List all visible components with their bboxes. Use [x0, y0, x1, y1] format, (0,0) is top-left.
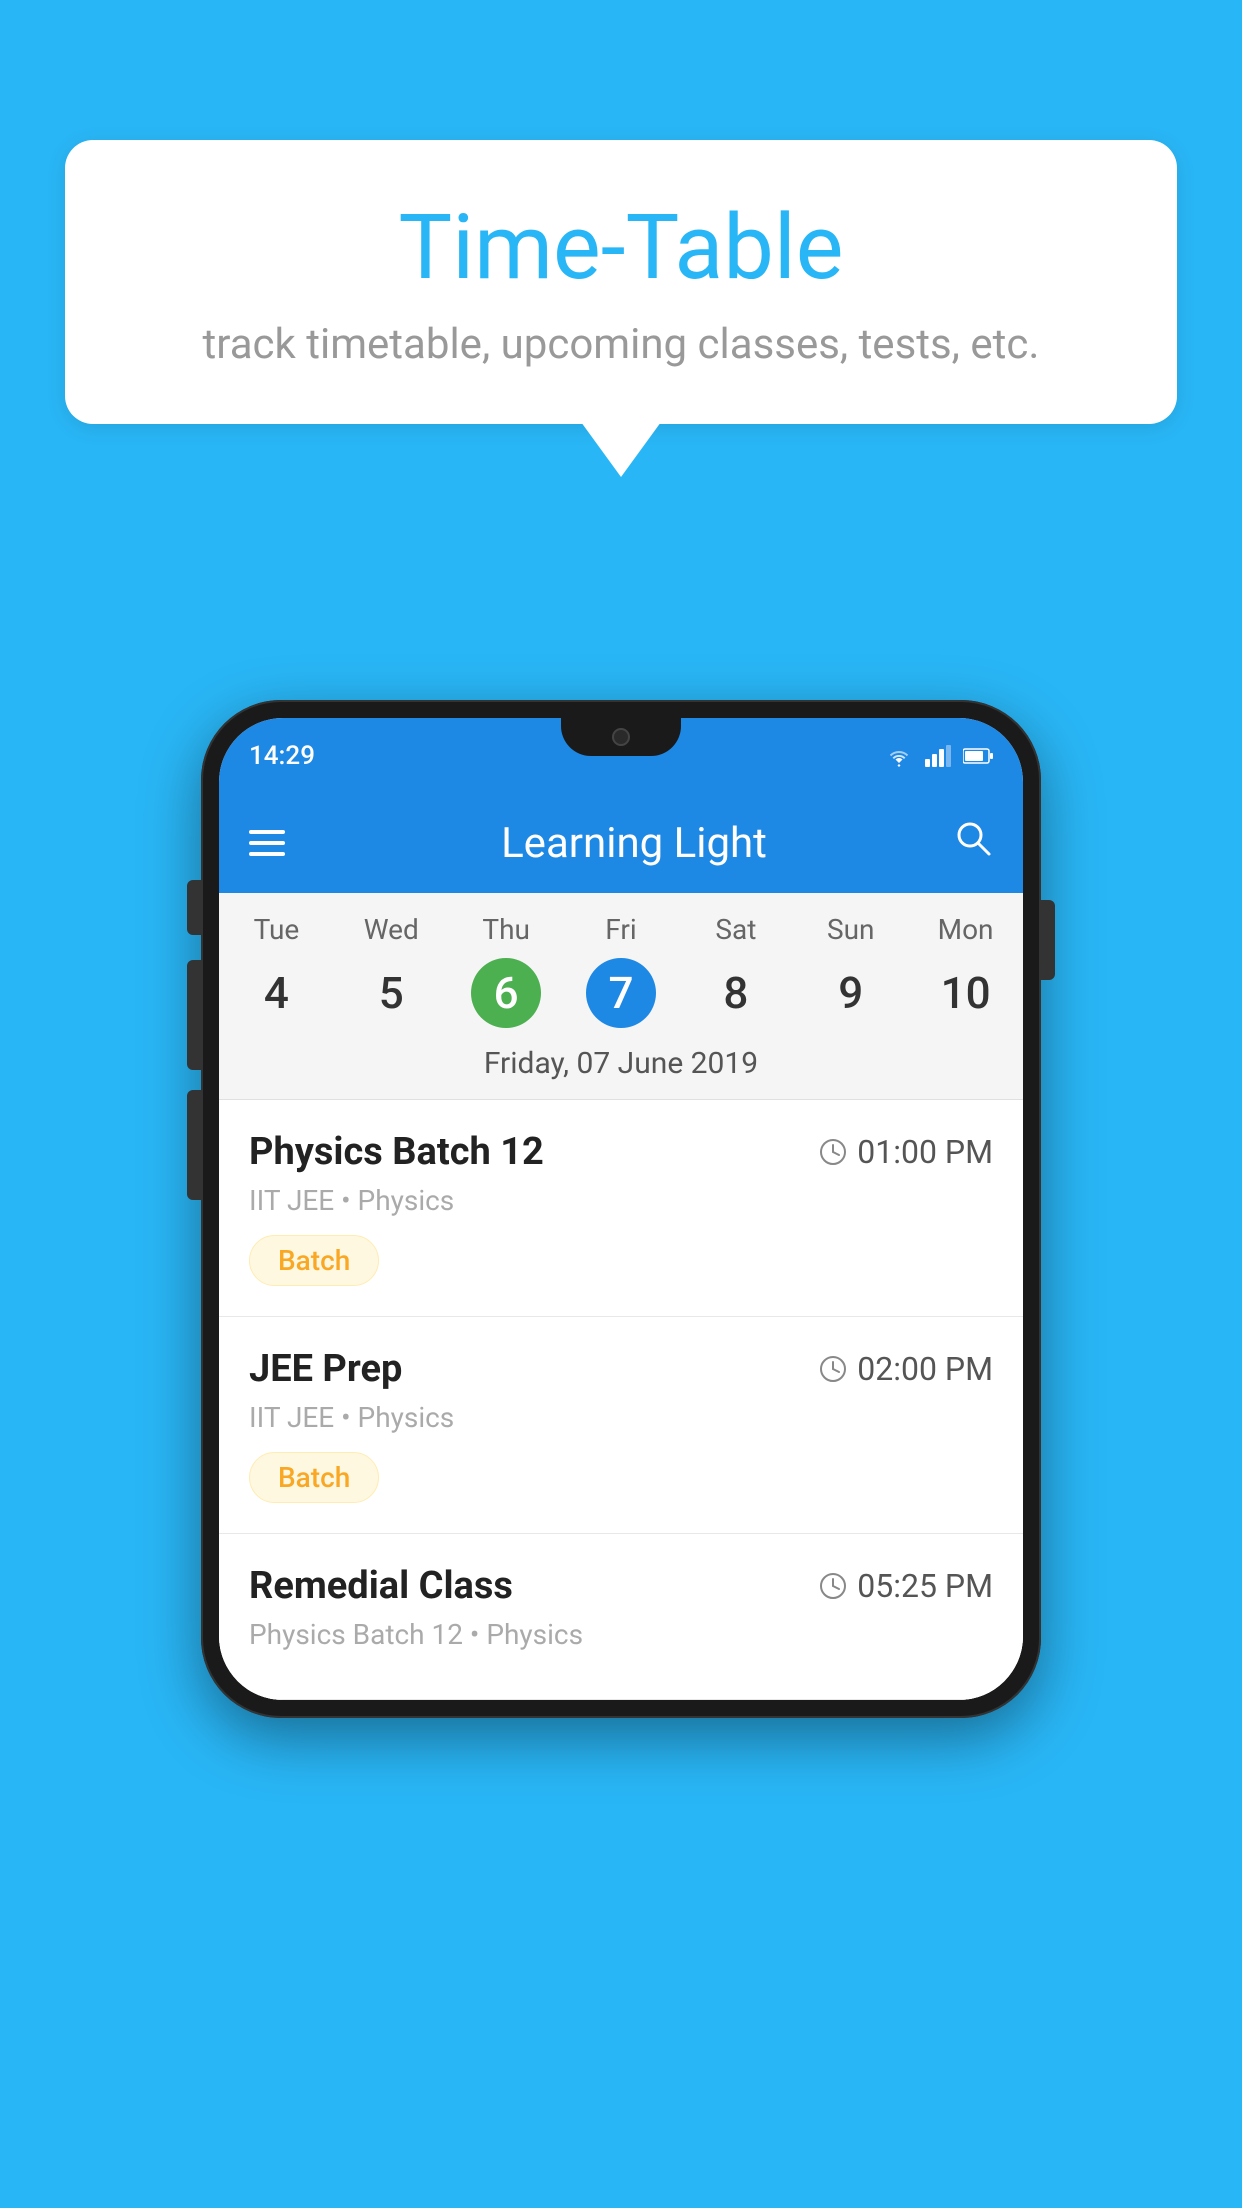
schedule-item-header: JEE Prep 02:00 PM — [249, 1347, 993, 1391]
silent-button — [187, 880, 201, 935]
status-icons — [885, 745, 993, 767]
schedule-item-header: Physics Batch 12 01:00 PM — [249, 1130, 993, 1174]
day-name: Sun — [793, 913, 908, 946]
phone-frame: 14:29 — [201, 700, 1041, 1718]
day-name: Mon — [908, 913, 1023, 946]
day-number[interactable]: 6 — [471, 958, 541, 1028]
speech-bubble: Time-Table track timetable, upcoming cla… — [65, 140, 1177, 424]
schedule-time: 05:25 PM — [819, 1567, 993, 1605]
day-number[interactable]: 5 — [356, 958, 426, 1028]
calendar-day-col[interactable]: Mon 10 — [908, 913, 1023, 1028]
day-number[interactable]: 4 — [241, 958, 311, 1028]
selected-date-label: Friday, 07 June 2019 — [219, 1028, 1023, 1100]
schedule-item-header: Remedial Class 05:25 PM — [249, 1564, 993, 1608]
schedule-item[interactable]: Physics Batch 12 01:00 PM IIT JEE • Phys… — [219, 1100, 1023, 1317]
calendar-day-col[interactable]: Sun 9 — [793, 913, 908, 1028]
day-name: Tue — [219, 913, 334, 946]
schedule-meta: IIT JEE • Physics — [249, 1184, 993, 1217]
day-name: Wed — [334, 913, 449, 946]
speech-bubble-tail — [581, 422, 661, 477]
schedule-time: 02:00 PM — [819, 1350, 993, 1388]
bubble-title: Time-Table — [125, 195, 1117, 300]
batch-tag: Batch — [249, 1235, 379, 1286]
schedule-title: JEE Prep — [249, 1347, 402, 1391]
notch — [561, 718, 681, 756]
schedule-meta: IIT JEE • Physics — [249, 1401, 993, 1434]
calendar-day-col[interactable]: Tue 4 — [219, 913, 334, 1028]
schedule-meta: Physics Batch 12 • Physics — [249, 1618, 993, 1651]
day-number[interactable]: 7 — [586, 958, 656, 1028]
phone-screen: 14:29 — [219, 718, 1023, 1700]
clock-icon — [819, 1572, 847, 1600]
schedule-title: Physics Batch 12 — [249, 1130, 544, 1174]
bubble-subtitle: track timetable, upcoming classes, tests… — [125, 320, 1117, 369]
battery-icon — [963, 747, 993, 765]
schedule-item[interactable]: JEE Prep 02:00 PM IIT JEE • Physics Batc… — [219, 1317, 1023, 1534]
camera — [612, 728, 630, 746]
status-bar: 14:29 — [219, 718, 1023, 793]
calendar-day-col[interactable]: Fri 7 — [564, 913, 679, 1028]
calendar-section: Tue 4 Wed 5 Thu 6 Fri 7 Sat 8 Sun 9 Mon 10 Friday, 07… — [219, 893, 1023, 1100]
clock-icon — [819, 1138, 847, 1166]
batch-tag: Batch — [249, 1452, 379, 1503]
menu-button[interactable] — [249, 830, 285, 856]
day-name: Fri — [564, 913, 679, 946]
power-button — [1041, 900, 1055, 980]
speech-bubble-container: Time-Table track timetable, upcoming cla… — [65, 140, 1177, 477]
calendar-day-col[interactable]: Wed 5 — [334, 913, 449, 1028]
phone-container: 14:29 — [201, 700, 1041, 1718]
day-number[interactable]: 10 — [931, 958, 1001, 1028]
day-number[interactable]: 8 — [701, 958, 771, 1028]
calendar-day-col[interactable]: Sat 8 — [678, 913, 793, 1028]
day-name: Sat — [678, 913, 793, 946]
schedule-item[interactable]: Remedial Class 05:25 PM Physics Batch 12… — [219, 1534, 1023, 1700]
clock-icon — [819, 1355, 847, 1383]
day-number[interactable]: 9 — [816, 958, 886, 1028]
app-toolbar: Learning Light — [219, 793, 1023, 893]
calendar-days-header: Tue 4 Wed 5 Thu 6 Fri 7 Sat 8 Sun 9 Mon 10 — [219, 893, 1023, 1028]
toolbar-title: Learning Light — [315, 819, 953, 868]
signal-icon — [925, 745, 951, 767]
calendar-day-col[interactable]: Thu 6 — [449, 913, 564, 1028]
search-button[interactable] — [953, 818, 993, 869]
volume-up-button — [187, 960, 201, 1070]
schedule-time: 01:00 PM — [819, 1133, 993, 1171]
schedule-list: Physics Batch 12 01:00 PM IIT JEE • Phys… — [219, 1100, 1023, 1700]
volume-down-button — [187, 1090, 201, 1200]
status-time: 14:29 — [249, 741, 315, 771]
schedule-title: Remedial Class — [249, 1564, 513, 1608]
wifi-icon — [885, 745, 913, 767]
day-name: Thu — [449, 913, 564, 946]
